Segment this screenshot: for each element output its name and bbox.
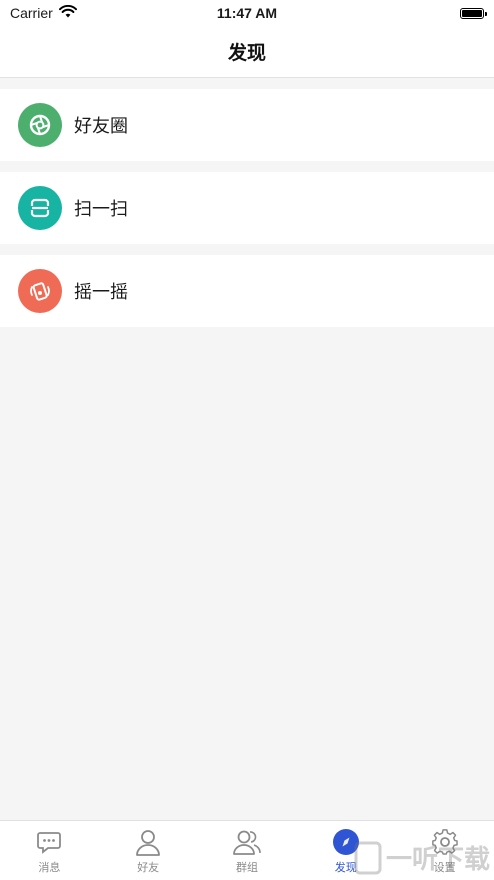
wifi-icon xyxy=(58,4,77,21)
carrier-label: Carrier xyxy=(10,5,53,21)
tab-settings[interactable]: 设置 xyxy=(395,821,494,880)
battery-level xyxy=(462,9,482,17)
tab-label: 好友 xyxy=(137,861,160,874)
tab-friends[interactable]: 好友 xyxy=(99,821,198,880)
list-item-label: 摇一摇 xyxy=(74,282,128,303)
list-item-shake[interactable]: 摇一摇 xyxy=(0,255,494,327)
compass-icon xyxy=(331,827,361,857)
tab-label: 消息 xyxy=(38,861,61,874)
tab-label: 发现 xyxy=(334,861,357,874)
battery-icon xyxy=(460,7,487,19)
page-title: 发现 xyxy=(227,42,266,64)
tab-groups[interactable]: 群组 xyxy=(198,821,297,880)
chat-icon xyxy=(34,827,64,857)
scan-icon xyxy=(18,186,62,230)
tab-label: 设置 xyxy=(433,861,456,874)
tab-messages[interactable]: 消息 xyxy=(0,821,99,880)
shake-hand-icon xyxy=(18,269,62,313)
tab-discover[interactable]: 发现 xyxy=(296,821,395,880)
status-left: Carrier xyxy=(10,4,77,21)
status-bar: Carrier 11:47 AM xyxy=(0,0,494,26)
list-item-label: 扫一扫 xyxy=(74,199,128,220)
tab-label: 群组 xyxy=(235,861,258,874)
list-item-scan[interactable]: 扫一扫 xyxy=(0,172,494,244)
list-item-label: 好友圈 xyxy=(74,116,128,137)
person-icon xyxy=(133,827,163,857)
list-item-moments[interactable]: 好友圈 xyxy=(0,89,494,161)
group-icon xyxy=(232,827,262,857)
aperture-icon xyxy=(18,103,62,147)
nav-bar: 发现 xyxy=(0,26,494,78)
gear-icon xyxy=(430,827,460,857)
tab-bar: 消息 好友 群组 发现 设置 xyxy=(0,820,494,880)
